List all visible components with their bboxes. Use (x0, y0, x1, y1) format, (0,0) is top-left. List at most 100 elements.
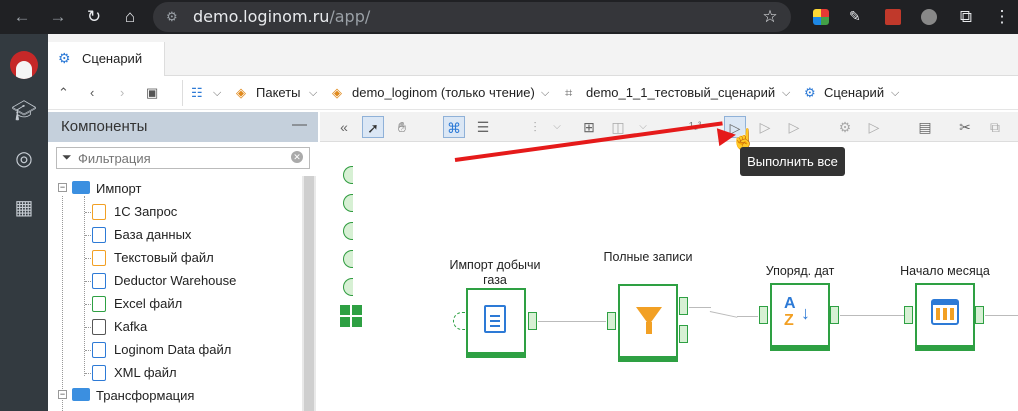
node-output-port[interactable] (679, 325, 688, 343)
warehouse-icon (92, 273, 106, 289)
breadcrumb-scenario[interactable]: Сценарий (824, 76, 884, 110)
node-label: Полные записи (603, 250, 693, 264)
notes-icon[interactable]: ▤ (914, 116, 936, 138)
node-label: Упоряд. дат (765, 264, 835, 278)
sort-node[interactable] (770, 283, 830, 351)
extensions-puzzle-icon[interactable]: ⧉ (954, 0, 978, 34)
compass-icon[interactable]: ◎ (0, 146, 48, 171)
list-view-icon[interactable]: ☰ (472, 116, 494, 138)
url-text: demo.loginom.ru/app/ (193, 7, 371, 26)
chevron-right-icon[interactable]: › (120, 76, 124, 110)
tree-item[interactable]: XML файл (114, 364, 177, 382)
bookmark-star-icon[interactable]: ☆ (758, 0, 782, 34)
chevron-up-icon[interactable]: ⌃ (58, 76, 69, 110)
save-icon[interactable]: ▣ (146, 76, 158, 110)
copy-icon[interactable]: ⧉ (984, 116, 1006, 138)
xml-file-icon (92, 365, 106, 381)
breadcrumb-package[interactable]: demo_loginom (только чтение) (352, 76, 535, 110)
chevron-left-icon[interactable]: ‹ (90, 76, 94, 110)
pointer-icon[interactable]: ➚ (362, 116, 384, 138)
extension-sphere-icon[interactable] (921, 9, 937, 25)
tree-item[interactable]: Deductor Warehouse (114, 272, 236, 290)
sort-az-icon: A (784, 295, 796, 312)
breadcrumb-module[interactable]: demo_1_1_тестовый_сценарий (586, 76, 775, 110)
node-input-port[interactable] (453, 312, 465, 330)
home-icon[interactable]: ⌂ (118, 0, 142, 34)
table-icon[interactable]: ▦ (0, 195, 48, 220)
graph-view-icon[interactable]: ⌘ (443, 116, 465, 138)
tree-item[interactable]: Kafka (114, 318, 147, 336)
collapse-toggle-icon[interactable]: − (58, 183, 67, 192)
clear-icon[interactable]: ✕ (291, 151, 303, 163)
chevron-down-icon[interactable]: ⌵ (213, 76, 221, 110)
package-icon: ◈ (332, 85, 342, 100)
chevron-down-icon[interactable]: ⌵ (546, 116, 568, 138)
tree-item[interactable]: Excel файл (114, 295, 182, 313)
funnel-icon-stem (646, 322, 652, 334)
forward-arrow-icon[interactable]: → (46, 0, 70, 34)
site-settings-icon[interactable]: ⚙ (166, 9, 182, 25)
eyedropper-icon[interactable]: ✎ (849, 8, 865, 26)
node-input-port[interactable] (904, 306, 913, 324)
run-all-tooltip: Выполнить все (740, 147, 845, 176)
graduation-cap-icon[interactable]: 🎓︎ (0, 98, 48, 123)
tree-item[interactable]: Текстовый файл (114, 249, 214, 267)
group-icon[interactable]: ⊞ (578, 116, 600, 138)
connection-line (737, 316, 758, 317)
tree-group-transform[interactable]: Трансформация (96, 387, 194, 405)
sort-az-icon-z: Z (784, 312, 794, 329)
package-icon: ◈ (236, 85, 246, 100)
node-input-port[interactable] (759, 306, 768, 324)
run-step-icon[interactable]: ▷ (783, 116, 805, 138)
chevron-down-icon[interactable]: ⌵ (782, 76, 790, 110)
node-output-port[interactable] (830, 306, 839, 324)
kafka-icon (92, 319, 106, 335)
chevron-down-icon[interactable]: ⌵ (891, 76, 899, 110)
run-node-icon[interactable]: ▷ (754, 116, 776, 138)
separator (182, 80, 183, 106)
avatar[interactable] (10, 51, 38, 79)
chevron-down-icon[interactable]: ⌵ (309, 76, 317, 110)
arrow-down-icon: ↓ (801, 303, 810, 323)
tab-bar (48, 34, 1018, 76)
folder-icon (72, 181, 90, 194)
breadcrumb-packages[interactable]: Пакеты (256, 76, 301, 110)
node-label: Импорт добычи газа (449, 258, 541, 287)
run-config-icon[interactable]: ▷ (863, 116, 885, 138)
settings-gear-icon[interactable]: ⚙ (834, 116, 856, 138)
extension-red-icon[interactable] (885, 9, 901, 25)
connection-line (840, 315, 904, 316)
node-output-port[interactable] (975, 306, 984, 324)
variables-grid-icon[interactable] (340, 305, 362, 327)
text-file-icon (484, 305, 506, 333)
back-arrow-icon[interactable]: ← (10, 0, 34, 34)
browser-menu-icon[interactable]: ⋮ (990, 0, 1014, 34)
reload-icon[interactable]: ↻ (82, 0, 106, 34)
scrollbar-thumb[interactable] (304, 176, 314, 411)
extension-icon[interactable] (813, 9, 829, 25)
collapse-button[interactable]: — (292, 116, 307, 133)
tree-item[interactable]: База данных (114, 226, 191, 244)
node-input-port[interactable] (607, 312, 616, 330)
tree-item[interactable]: 1С Запрос (114, 203, 177, 221)
hierarchy-icon[interactable]: ☷ (191, 76, 203, 110)
align-icon[interactable]: ⫶ (524, 116, 546, 138)
database-icon (92, 227, 106, 243)
excel-file-icon (92, 296, 106, 312)
chevron-down-icon[interactable]: ⌵ (541, 76, 549, 110)
calendar-icon (931, 299, 959, 325)
tree-item[interactable]: Loginom Data файл (114, 341, 231, 359)
collapse-panel-icon[interactable]: « (333, 116, 355, 138)
collapse-toggle-icon[interactable]: − (58, 390, 67, 399)
connection-line (985, 315, 1018, 316)
scenario-icon: ⚙ (804, 85, 816, 100)
cut-icon[interactable]: ✂ (954, 116, 976, 138)
text-file-icon (92, 250, 106, 266)
tree-group-import[interactable]: Импорт (96, 180, 141, 198)
filter-input[interactable] (78, 149, 284, 167)
node-output-port[interactable] (679, 297, 688, 315)
node-label: Начало месяца (900, 264, 990, 278)
node-output-port[interactable] (528, 312, 537, 330)
hand-icon[interactable]: ✋︎ (391, 116, 413, 138)
module-icon: ⌗ (565, 85, 573, 100)
